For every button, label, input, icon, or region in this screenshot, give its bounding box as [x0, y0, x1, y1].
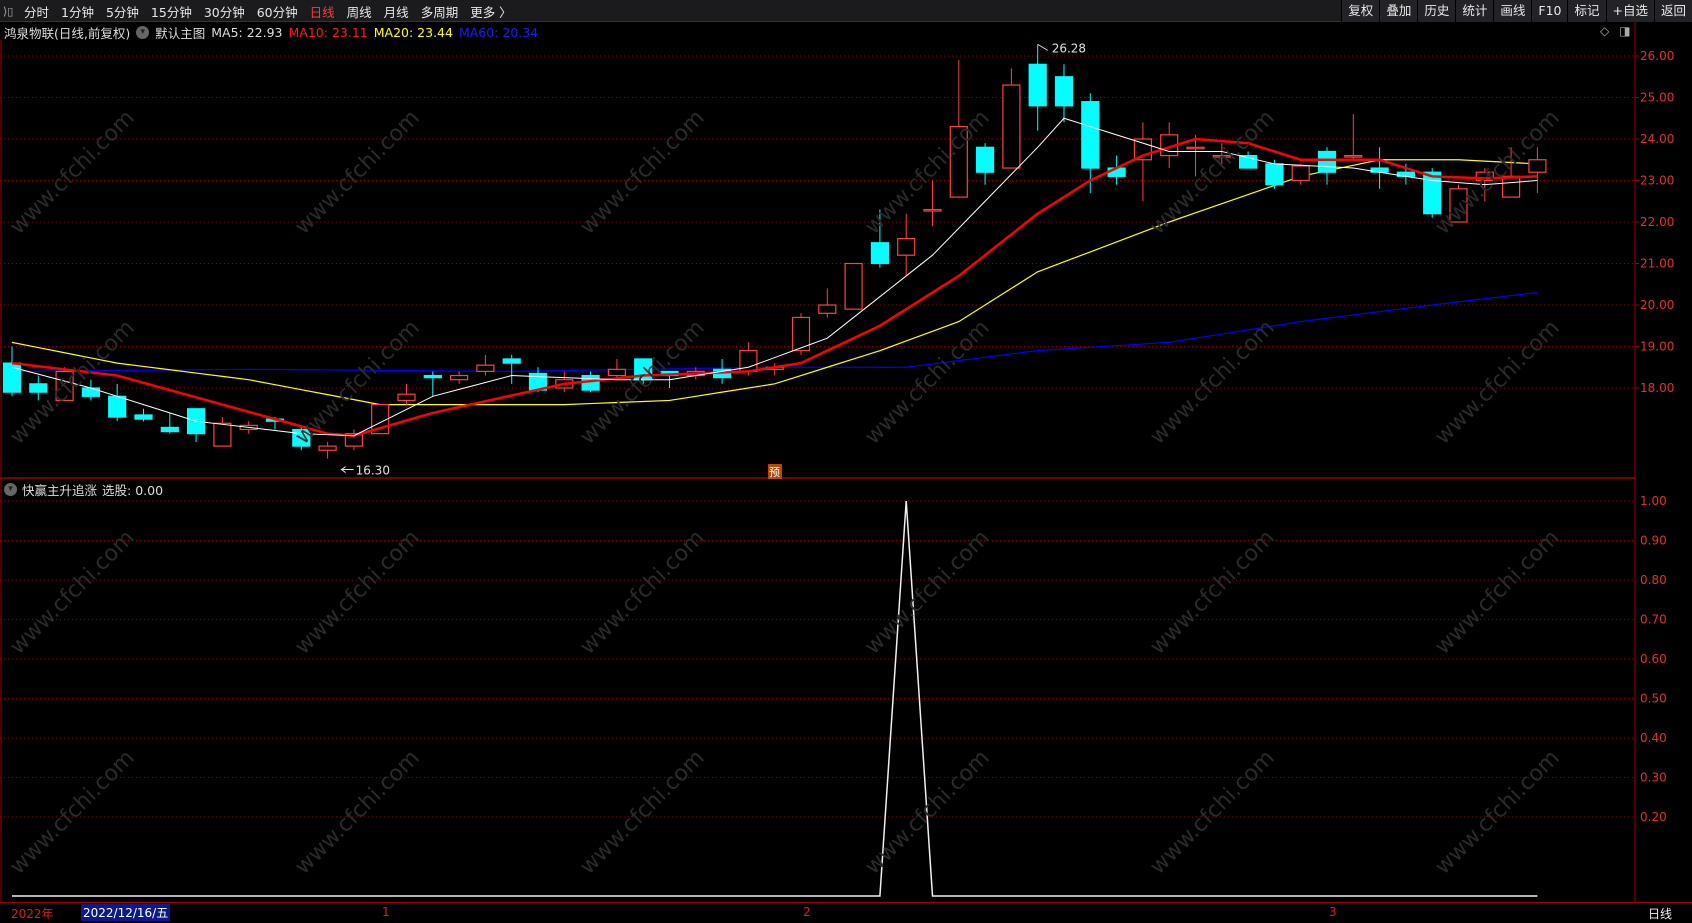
date-axis: 2022年 2022/12/16/五 1 2 3 日线	[0, 903, 1692, 923]
candle-down	[160, 426, 179, 433]
sub-tick-label: 0.70	[1640, 613, 1667, 627]
sub-tick-label: 0.40	[1640, 731, 1667, 745]
low-price-label: 16.30	[356, 464, 390, 478]
period-label[interactable]: 日线	[1648, 905, 1672, 922]
sub-tick-label: 0.90	[1640, 534, 1667, 548]
candle-down	[108, 395, 127, 418]
price-tick-label: 20.00	[1640, 298, 1674, 312]
ma60-line	[11, 291, 1538, 373]
candle-up	[397, 393, 416, 402]
price-tick-label: 26.00	[1640, 49, 1674, 63]
price-tick-label: 19.00	[1640, 340, 1674, 354]
candle-up	[1344, 155, 1363, 158]
candle-up	[1186, 146, 1205, 150]
candle-down	[29, 383, 48, 393]
candle-down	[1423, 171, 1442, 215]
candle-up	[923, 208, 942, 212]
low-arrow-icon	[340, 466, 354, 473]
candle-down	[1054, 76, 1074, 107]
sub-tick-label: 0.80	[1640, 573, 1667, 587]
kline-chart[interactable]: 26.00 25.00 24.00 23.00 22.00 21.00 20.00 19.00…	[0, 0, 1692, 903]
sub-tick-label: 0.30	[1640, 771, 1667, 785]
candle-up	[476, 364, 495, 372]
month-label-1: 1	[382, 905, 390, 919]
candle-down	[423, 374, 442, 379]
candle-up	[318, 445, 337, 451]
candle-down	[81, 387, 101, 397]
price-tick-label: 23.00	[1640, 174, 1674, 188]
candle-up	[949, 125, 968, 198]
candle-up	[844, 262, 863, 310]
candle-up	[1528, 159, 1547, 173]
candle-up	[55, 370, 74, 402]
sub-tick-label: 1.00	[1640, 494, 1667, 508]
price-tick-label: 22.00	[1640, 215, 1674, 229]
candle-down	[134, 414, 153, 420]
candle-up	[213, 422, 232, 447]
candle-up	[1212, 155, 1231, 158]
ma10-line	[11, 137, 1538, 437]
month-label-3: 3	[1329, 905, 1337, 919]
candle-down	[1317, 150, 1337, 173]
candle-down	[1265, 163, 1284, 186]
forecast-badge-label: 预	[769, 466, 780, 479]
price-tick-label: 24.00	[1640, 132, 1674, 146]
sub-tick-label: 0.20	[1640, 810, 1667, 824]
candle-down	[1028, 63, 1047, 107]
price-tick-label: 25.00	[1640, 91, 1674, 105]
high-arrow-icon	[1037, 43, 1048, 51]
candle-up	[1449, 188, 1468, 223]
price-tick-label: 18.00	[1640, 381, 1674, 395]
candle-up	[818, 304, 837, 314]
price-tick-label: 21.00	[1640, 257, 1674, 271]
high-price-label: 26.28	[1052, 41, 1086, 55]
year-label: 2022年	[11, 907, 54, 921]
month-label-2: 2	[803, 905, 811, 919]
sub-tick-label: 0.60	[1640, 652, 1667, 666]
candle-down	[292, 428, 311, 447]
cursor-date: 2022/12/16/五	[81, 904, 171, 921]
candle-down	[975, 146, 995, 173]
candle-up	[1291, 165, 1310, 182]
candle-up	[450, 374, 469, 381]
sub-tick-label: 0.50	[1640, 692, 1667, 706]
candle-down	[870, 242, 890, 265]
candle-down	[502, 358, 521, 364]
candle-up	[607, 368, 627, 377]
candle-down	[1081, 101, 1100, 169]
candle-up	[897, 238, 916, 256]
candle-up	[1501, 175, 1521, 198]
candle-up	[1002, 84, 1021, 169]
